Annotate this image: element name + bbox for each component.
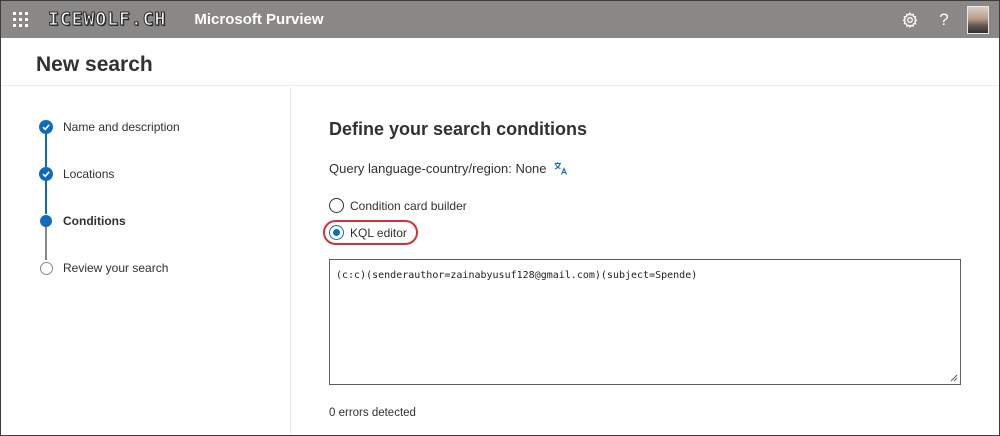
step-name-and-description[interactable]: Name and description	[39, 120, 180, 134]
radio-label: KQL editor	[350, 225, 407, 240]
checkmark-icon	[39, 120, 53, 134]
pending-step-circle-icon	[39, 261, 53, 275]
query-language-text: Query language-country/region: None	[329, 160, 547, 176]
step-label: Locations	[63, 167, 115, 181]
top-bar: ICEWOLF.CH Microsoft Purview ?	[1, 1, 999, 38]
current-step-dot-icon	[40, 215, 52, 227]
query-language: Query language-country/region: None	[329, 160, 569, 176]
radio-condition-card-builder[interactable]: Condition card builder	[329, 198, 467, 213]
resize-grip-icon[interactable]	[950, 374, 958, 382]
section-title: Define your search conditions	[329, 119, 588, 139]
step-label: Review your search	[63, 261, 169, 275]
app-window: ICEWOLF.CH Microsoft Purview ? New searc…	[0, 0, 1000, 436]
step-label: Conditions	[63, 214, 126, 228]
errors-status: 0 errors detected	[329, 407, 416, 419]
kql-editor-textarea[interactable]: (c:c)(senderauthor=zainabyusuf128@gmail.…	[329, 259, 961, 385]
radio-kql-editor[interactable]: KQL editor	[329, 225, 407, 240]
step-review-your-search[interactable]: Review your search	[39, 261, 168, 275]
page-header: New search	[1, 38, 999, 86]
main-content: Define your search conditions Query lang…	[292, 87, 999, 435]
step-conditions[interactable]: Conditions	[39, 214, 126, 228]
wizard-stepper: Name and description Locations Condition…	[1, 87, 291, 435]
gear-icon[interactable]	[893, 1, 927, 38]
step-connector	[45, 181, 47, 214]
radio-button[interactable]	[329, 198, 344, 213]
step-connector	[45, 227, 47, 260]
radio-label: Condition card builder	[350, 198, 467, 213]
step-connector	[45, 134, 47, 167]
radio-button[interactable]	[329, 225, 344, 240]
kql-query-text: (c:c)(senderauthor=zainabyusuf128@gmail.…	[336, 270, 698, 281]
language-settings-icon[interactable]	[553, 160, 569, 176]
brand-logo[interactable]: ICEWOLF.CH	[47, 9, 166, 31]
user-avatar[interactable]	[967, 5, 989, 34]
step-label: Name and description	[63, 120, 180, 134]
top-bar-actions: ?	[893, 1, 999, 38]
brand: ICEWOLF.CH Microsoft Purview	[47, 9, 323, 31]
checkmark-icon	[39, 167, 53, 181]
waffle-icon[interactable]	[13, 11, 29, 28]
step-locations[interactable]: Locations	[39, 167, 114, 181]
help-icon[interactable]: ?	[927, 1, 961, 38]
help-glyph: ?	[939, 9, 949, 29]
app-name[interactable]: Microsoft Purview	[194, 11, 323, 28]
page-title: New search	[36, 53, 153, 76]
